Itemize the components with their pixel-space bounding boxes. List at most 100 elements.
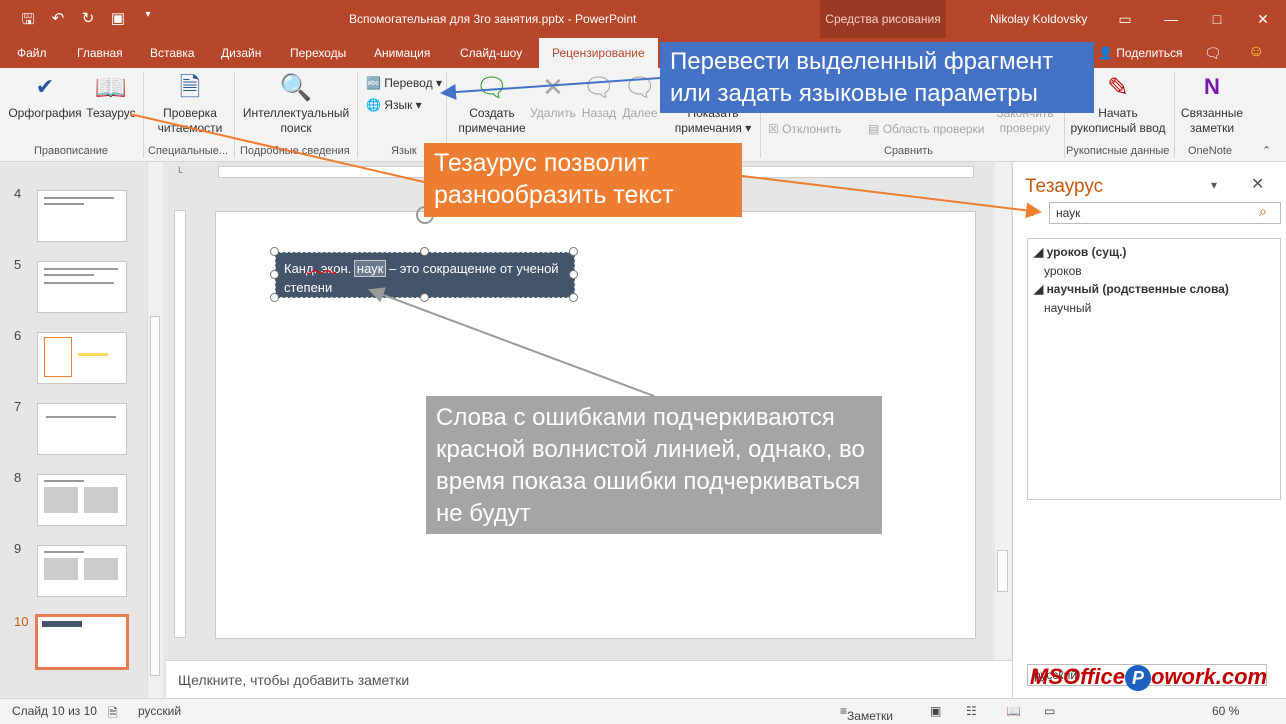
minimize-icon[interactable]: — (1148, 0, 1194, 38)
resize-handle[interactable] (270, 270, 279, 279)
slide-number: 4 (14, 186, 22, 201)
collapse-ribbon-icon[interactable]: ⌃ (1262, 144, 1271, 157)
resize-handle[interactable] (270, 293, 279, 302)
slide-thumbnail[interactable] (37, 332, 127, 384)
slide-thumbnail[interactable] (37, 190, 127, 242)
tab-slideshow[interactable]: Слайд-шоу (460, 46, 522, 60)
undo-icon[interactable]: ↶ (50, 9, 66, 34)
resize-handle[interactable] (420, 293, 429, 302)
notes-pane[interactable]: Щелкните, чтобы добавить заметки (166, 660, 1012, 698)
slide-counter[interactable]: Слайд 10 из 10 (12, 704, 97, 718)
tab-design[interactable]: Дизайн (221, 46, 261, 60)
translate-button[interactable]: 🔤 Перевод ▾ (366, 76, 442, 90)
thumb-text-line (44, 551, 84, 553)
list-item-label: уроков (сущ.) (1046, 245, 1127, 259)
reject-button[interactable]: ☒ Отклонить (768, 122, 841, 136)
thumb-text-line (44, 274, 94, 276)
reviewing-pane-button[interactable]: ▤ Область проверки (868, 122, 985, 136)
show-comments-label-2: примечания (674, 121, 742, 135)
slide-thumbnail[interactable] (37, 403, 127, 455)
previous-comment-icon: 🗨 (582, 72, 616, 102)
slide-thumbnail[interactable] (37, 261, 127, 313)
close-icon[interactable]: ✕ (1251, 174, 1264, 194)
slide-number: 9 (14, 541, 22, 556)
smart-lookup-label-1: Интеллектуальный (242, 106, 350, 120)
search-icon[interactable]: ⌕ (1259, 203, 1267, 220)
slide-thumbnail[interactable] (37, 545, 127, 597)
delete-comment-button[interactable]: ✕ Удалить (528, 72, 578, 121)
notes-toggle[interactable]: ≡ Заметки (840, 704, 893, 723)
thumb-text-block (44, 558, 78, 580)
smart-lookup-button[interactable]: 🔍 Интеллектуальный поиск (240, 72, 352, 136)
selected-word[interactable]: наук (353, 260, 387, 277)
redo-icon[interactable]: ↻ (80, 9, 96, 34)
tab-transitions[interactable]: Переходы (290, 46, 346, 60)
share-button[interactable]: 👤 Поделиться (1098, 46, 1183, 60)
slide-thumbnail[interactable] (37, 474, 127, 526)
translate-label: Перевод (384, 76, 433, 90)
tab-insert[interactable]: Вставка (150, 46, 195, 60)
thesaurus-button[interactable]: 📖 Тезаурус (84, 72, 138, 121)
thesaurus-search-input[interactable]: наук (1049, 202, 1281, 224)
scroll-thumb[interactable] (150, 316, 160, 676)
list-item[interactable]: уроков (1034, 262, 1274, 281)
thumb-text-block (44, 487, 78, 513)
save-icon[interactable]: 🖫 (20, 9, 36, 34)
editor-scrollbar[interactable] (995, 162, 1011, 660)
resize-handle[interactable] (569, 247, 578, 256)
slides-scrollbar[interactable] (147, 162, 163, 698)
slideshow-view-icon[interactable]: ▭ (1044, 704, 1055, 718)
slides-pane: 4 5 6 7 8 9 10 (0, 162, 166, 698)
reading-view-icon[interactable]: 📖 (1006, 704, 1021, 718)
user-name[interactable]: Nikolay Koldovsky (990, 12, 1087, 26)
new-comment-button[interactable]: 🗨 Создать примечание (454, 72, 530, 136)
resize-handle[interactable] (569, 293, 578, 302)
ribbon-display-icon[interactable]: ▭ (1102, 0, 1148, 38)
list-item[interactable]: ◢ научный (родственные слова) (1034, 280, 1274, 299)
smiley-icon[interactable]: ☺ (1248, 43, 1264, 61)
comments-icon[interactable]: 🗨 (1204, 45, 1222, 62)
slide-number: 5 (14, 257, 22, 272)
next-label: Далее (622, 106, 658, 120)
next-comment-icon: 🗨 (623, 72, 657, 102)
list-item[interactable]: ◢ уроков (сущ.) (1034, 243, 1274, 262)
resize-handle[interactable] (270, 247, 279, 256)
customize-icon[interactable]: ▾ (140, 9, 156, 34)
list-item[interactable]: научный (1034, 299, 1274, 318)
spellcheck-status-icon[interactable]: 🗎 (108, 704, 118, 724)
group-insights-label: Подробные сведения (240, 145, 350, 157)
tab-file[interactable]: Файл (17, 46, 47, 60)
thumb-text-block (84, 487, 118, 513)
normal-view-icon[interactable]: ▣ (930, 704, 941, 718)
tab-home[interactable]: Главная (77, 46, 123, 60)
status-language[interactable]: русский (138, 704, 181, 718)
status-bar: Слайд 10 из 10 🗎 русский ≡ Заметки ▣ ☷ 📖… (0, 698, 1286, 724)
scroll-thumb[interactable] (997, 550, 1008, 592)
back-icon[interactable]: ‹ (1029, 204, 1034, 220)
zoom-level[interactable]: 60 % (1212, 704, 1239, 718)
slide-number: 8 (14, 470, 22, 485)
close-icon[interactable]: ✕ (1240, 0, 1286, 38)
tab-review[interactable]: Рецензирование (539, 38, 658, 68)
resize-handle[interactable] (420, 247, 429, 256)
spelling-button[interactable]: ✔ Орфография (8, 72, 82, 121)
text-box[interactable]: Канд. экон. наук – это сокращение от уче… (275, 252, 575, 298)
slide-sorter-icon[interactable]: ☷ (966, 704, 977, 718)
tab-animations[interactable]: Анимация (374, 46, 430, 60)
new-comment-icon: 🗨 (475, 72, 509, 102)
previous-comment-button[interactable]: 🗨 Назад (578, 72, 620, 121)
linked-notes-button[interactable]: N Связанные заметки (1178, 72, 1246, 136)
vertical-ruler[interactable] (174, 210, 186, 638)
slide-thumbnail-active[interactable] (35, 614, 129, 670)
resize-handle[interactable] (569, 270, 578, 279)
thesaurus-pane: Тезаурус ▾ ✕ ‹ наук ⌕ ◢ уроков (сущ.) ур… (1012, 162, 1286, 698)
context-tab-drawing-tools: Средства рисования (820, 0, 946, 38)
tab-stop-icon[interactable]: └ (176, 167, 182, 177)
pane-options-icon[interactable]: ▾ (1211, 178, 1217, 192)
next-comment-button[interactable]: 🗨 Далее (620, 72, 660, 121)
group-separator (143, 72, 144, 158)
maximize-icon[interactable]: □ (1194, 0, 1240, 38)
check-accessibility-button[interactable]: 🗎 Проверка читаемости (154, 72, 226, 136)
present-icon[interactable]: ▣ (110, 9, 126, 34)
language-button[interactable]: 🌐 Язык ▾ (366, 98, 422, 112)
